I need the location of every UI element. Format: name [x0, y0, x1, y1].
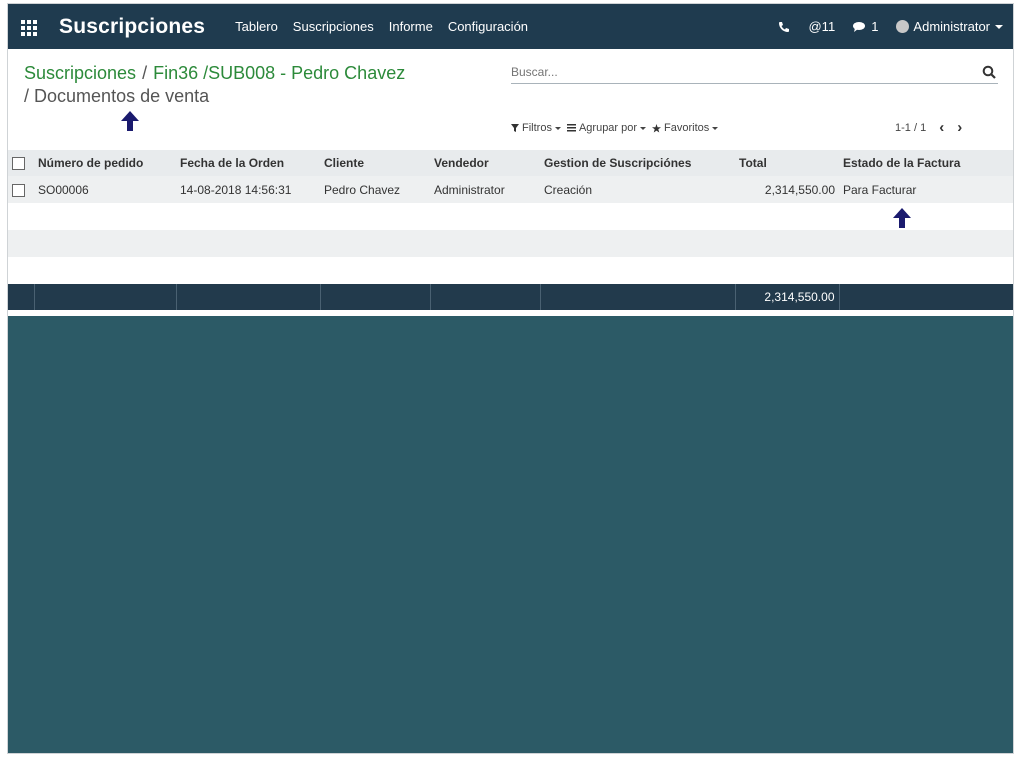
search-input[interactable]	[511, 62, 961, 82]
breadcrumb: Suscripciones / Fin36 /SUB008 - Pedro Chav…	[24, 62, 454, 108]
annotation-arrow-icon	[121, 111, 139, 131]
chevron-left-icon[interactable]: ‹	[939, 119, 944, 136]
empty-row	[8, 257, 1013, 284]
table-row[interactable]: SO00006 14-08-2018 14:56:31 Pedro Chavez…	[8, 176, 1013, 203]
phone-button[interactable]	[778, 21, 790, 33]
chevron-down-icon	[995, 24, 1003, 29]
chevron-down-icon	[712, 126, 719, 130]
search-box	[511, 62, 998, 84]
filters-label: Filtros	[522, 122, 552, 134]
favorites-label: Favoritos	[664, 122, 710, 134]
list-icon	[566, 124, 576, 132]
top-navbar: Suscripciones Tablero Suscripciones Info…	[8, 4, 1013, 49]
footer-total-cell: 2,314,550.00	[735, 284, 840, 310]
breadcrumb-current: Documentos de venta	[34, 86, 210, 106]
column-header[interactable]: Cliente	[320, 150, 430, 176]
subscription-management-cell: Creación	[540, 176, 735, 203]
favorites-dropdown[interactable]: Favoritos	[652, 122, 719, 134]
empty-row	[8, 230, 1013, 257]
table-header-row: Número de pedido Fecha de la Orden Clien…	[8, 150, 1013, 176]
user-name: Administrator	[913, 19, 990, 34]
phone-icon	[779, 21, 790, 32]
pager-range[interactable]: 1-1 / 1	[895, 122, 926, 134]
menu-item-suscripciones[interactable]: Suscripciones	[293, 19, 374, 34]
chat-count: 1	[871, 19, 879, 34]
empty-content-area	[8, 316, 1013, 753]
table-footer-row: 2,314,550.00	[8, 284, 1013, 310]
column-header[interactable]: Vendedor	[430, 150, 540, 176]
chevron-down-icon	[640, 126, 647, 130]
chat-button[interactable]: 1	[853, 19, 878, 34]
column-header[interactable]: Número de pedido	[34, 150, 176, 176]
breadcrumb-separator: /	[142, 63, 148, 83]
column-header[interactable]: Fecha de la Orden	[176, 150, 320, 176]
mentions-button[interactable]: @11	[808, 19, 835, 34]
orders-table: Número de pedido Fecha de la Orden Clien…	[8, 150, 1013, 310]
mentions-count: @11	[808, 19, 836, 34]
select-all-cell	[8, 150, 34, 176]
search-icon[interactable]	[982, 65, 996, 79]
menu-item-tablero[interactable]: Tablero	[235, 19, 278, 34]
column-header[interactable]: Total	[735, 150, 839, 176]
breadcrumb-record[interactable]: Fin36 /SUB008 - Pedro Chavez	[153, 63, 405, 83]
star-icon	[652, 123, 662, 133]
filters-dropdown[interactable]: Filtros	[511, 122, 561, 134]
select-all-checkbox[interactable]	[12, 157, 25, 171]
order-number-cell: SO00006	[34, 176, 176, 203]
pager: 1-1 / 1 ‹ ›	[895, 119, 962, 136]
invoice-status-cell: Para Facturar	[839, 176, 1013, 203]
breadcrumb-separator: /	[24, 86, 30, 106]
menu-item-configuracion[interactable]: Configuración	[448, 19, 528, 34]
user-menu[interactable]: Administrator	[896, 19, 1003, 34]
row-select-cell	[8, 176, 34, 203]
row-checkbox[interactable]	[12, 183, 25, 197]
menu-item-informe[interactable]: Informe	[389, 19, 433, 34]
systray: @11 1 Administrator	[760, 19, 1003, 34]
salesperson-cell: Administrator	[430, 176, 540, 203]
filter-icon	[511, 124, 519, 132]
annotation-arrow-icon	[893, 208, 911, 228]
app-window: Suscripciones Tablero Suscripciones Info…	[7, 3, 1014, 754]
column-header[interactable]: Gestion de Suscripciónes	[540, 150, 735, 176]
empty-row	[8, 203, 1013, 230]
total-cell: 2,314,550.00	[735, 176, 839, 203]
chat-icon	[853, 21, 866, 32]
groupby-label: Agrupar por	[578, 122, 638, 134]
search-options: Filtros Agrupar por Favoritos	[511, 122, 724, 134]
apps-grid-icon[interactable]	[21, 19, 39, 36]
chevron-down-icon	[554, 126, 561, 130]
avatar	[896, 20, 910, 33]
main-menu: Tablero Suscripciones Informe Configurac…	[235, 19, 543, 34]
chevron-right-icon[interactable]: ›	[957, 119, 962, 136]
order-date-cell: 14-08-2018 14:56:31	[176, 176, 320, 203]
column-header[interactable]: Estado de la Factura	[839, 150, 1013, 176]
control-panel: Suscripciones / Fin36 /SUB008 - Pedro Chav…	[8, 49, 1013, 150]
app-title: Suscripciones	[59, 14, 206, 38]
breadcrumb-root[interactable]: Suscripciones	[24, 63, 136, 83]
groupby-dropdown[interactable]: Agrupar por	[566, 122, 647, 134]
customer-cell: Pedro Chavez	[320, 176, 430, 203]
